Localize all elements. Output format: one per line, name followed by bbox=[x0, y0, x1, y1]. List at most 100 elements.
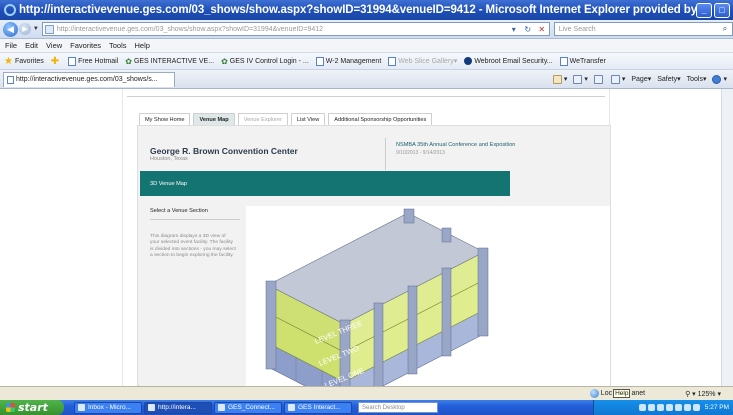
safety-menu-label: Safety bbox=[657, 75, 678, 83]
window-title-bar: http://interactivevenue.ges.com/03_shows… bbox=[0, 0, 733, 20]
browser-viewport: My Show Home Venue Map Venue Explorer Li… bbox=[0, 89, 733, 387]
outlook-icon bbox=[78, 404, 85, 411]
menu-file[interactable]: File bbox=[5, 41, 17, 50]
tools-menu[interactable]: Tools ▾ bbox=[687, 75, 707, 84]
tab-sponsorship[interactable]: Additional Sponsorship Opportunities bbox=[328, 113, 433, 125]
vertical-scrollbar[interactable] bbox=[721, 89, 733, 386]
page-icon bbox=[315, 56, 324, 66]
window-title: http://interactivevenue.ges.com/03_shows… bbox=[19, 4, 696, 16]
back-arrow-icon[interactable]: ◀ bbox=[3, 21, 18, 37]
help-menu[interactable]: ▾ bbox=[712, 74, 727, 84]
mail-button[interactable] bbox=[593, 74, 605, 84]
favorite-label: GES IV Control Login - ... bbox=[229, 57, 309, 65]
add-favorite-button[interactable]: ✚ bbox=[51, 56, 61, 67]
venue-map-banner: 3D Venue Map bbox=[140, 171, 510, 196]
tray-search-icon[interactable] bbox=[638, 404, 646, 411]
minimize-button[interactable]: _ bbox=[696, 2, 712, 18]
task-label: Inbox - Micro... bbox=[88, 404, 131, 411]
venue-3d-map: LEVEL THREE LEVEL TWO LEVEL ONE bbox=[246, 206, 610, 387]
favorites-star-icon: ★ bbox=[4, 55, 13, 67]
venue-title: George R. Brown Convention Center bbox=[150, 146, 298, 156]
menu-bar: File Edit View Favorites Tools Help bbox=[0, 39, 733, 53]
tray-messenger-icon[interactable] bbox=[683, 404, 691, 411]
favorite-webroot[interactable]: Webroot Email Security... bbox=[464, 57, 553, 65]
favorite-label: GES INTERACTIVE VE... bbox=[133, 57, 215, 65]
print-button[interactable]: ▾ bbox=[610, 74, 625, 84]
address-dropdown-icon[interactable]: ▾ bbox=[507, 23, 521, 35]
favorite-web-slice-gallery[interactable]: Web Slice Gallery ▾ bbox=[388, 56, 458, 66]
favorites-button[interactable]: ★ Favorites bbox=[4, 56, 44, 67]
forward-arrow-icon[interactable]: ▶ bbox=[18, 23, 31, 35]
page-menu-label: Page bbox=[631, 75, 648, 83]
taskbar-item-ges-connect[interactable]: GES_Connect... bbox=[214, 401, 282, 414]
tab-command-bar: http://interactivevenue.ges.com/03_shows… bbox=[0, 70, 733, 89]
tray-security-icon[interactable] bbox=[665, 404, 673, 411]
taskbar-item-ges-interact[interactable]: GES Interact... bbox=[284, 401, 352, 414]
start-button[interactable]: start bbox=[0, 400, 64, 415]
web-page: My Show Home Venue Map Venue Explorer Li… bbox=[122, 89, 611, 387]
live-search-input[interactable]: Live Search bbox=[557, 26, 718, 33]
stop-icon[interactable]: ✕ bbox=[535, 23, 549, 35]
ges-icon: ✿ bbox=[125, 56, 132, 66]
address-bar[interactable]: http://interactivevenue.ges.com/03_shows… bbox=[41, 22, 550, 36]
tab-my-show-home[interactable]: My Show Home bbox=[139, 113, 191, 125]
chevron-down-icon: ▾ bbox=[453, 58, 458, 65]
safety-menu[interactable]: Safety ▾ bbox=[657, 75, 680, 84]
start-label: start bbox=[18, 401, 48, 414]
home-button[interactable]: ▾ bbox=[552, 74, 567, 84]
security-zone[interactable]: Loc Help anet bbox=[589, 389, 645, 398]
venue-3d-diagram: LEVEL THREE LEVEL TWO LEVEL ONE bbox=[265, 208, 489, 387]
taskbar-item-inbox[interactable]: Inbox - Micro... bbox=[74, 401, 142, 414]
menu-edit[interactable]: Edit bbox=[25, 41, 38, 50]
favorite-ges-iv-control[interactable]: ✿ GES IV Control Login - ... bbox=[221, 57, 309, 66]
tab-venue-explorer[interactable]: Venue Explorer bbox=[237, 113, 288, 125]
favorite-w2-management[interactable]: W-2 Management bbox=[315, 56, 381, 66]
help-icon bbox=[712, 74, 722, 84]
browser-tab[interactable]: http://interactivevenue.ges.com/03_shows… bbox=[3, 71, 175, 87]
tray-power-icon[interactable] bbox=[692, 404, 700, 411]
header-divider bbox=[385, 138, 386, 170]
task-label: GES_Connect... bbox=[228, 404, 275, 411]
menu-view[interactable]: View bbox=[46, 41, 62, 50]
zoom-level[interactable]: ⚲ ▾ 125% ▾ bbox=[685, 390, 721, 398]
taskbar: start Inbox - Micro... http://intera... … bbox=[0, 400, 733, 415]
page-menu[interactable]: Page ▾ bbox=[631, 75, 651, 84]
section-divider bbox=[150, 219, 240, 220]
page-icon bbox=[68, 56, 77, 66]
ges-icon: ✿ bbox=[221, 56, 228, 66]
address-url[interactable]: http://interactivevenue.ges.com/03_shows… bbox=[57, 26, 323, 33]
print-icon bbox=[610, 74, 620, 84]
tray-update-icon[interactable] bbox=[674, 404, 682, 411]
tab-page-icon bbox=[7, 75, 14, 84]
tray-volume-icon[interactable] bbox=[656, 404, 664, 411]
page-icon bbox=[388, 56, 397, 66]
system-tray: 5:27 PM bbox=[593, 400, 733, 415]
document-icon bbox=[288, 404, 295, 411]
maximize-button[interactable]: □ bbox=[714, 2, 730, 18]
search-desktop-input[interactable]: Search Desktop bbox=[358, 402, 438, 413]
menu-help[interactable]: Help bbox=[135, 41, 150, 50]
task-label: GES Interact... bbox=[298, 404, 341, 411]
favorite-wetransfer[interactable]: WeTransfer bbox=[559, 56, 606, 66]
search-icon[interactable]: ⌕ bbox=[718, 23, 732, 35]
menu-tools[interactable]: Tools bbox=[109, 41, 127, 50]
ie-logo-icon bbox=[4, 4, 16, 16]
tray-network-icon[interactable] bbox=[647, 404, 655, 411]
favorite-label: Web Slice Gallery bbox=[398, 57, 454, 65]
event-dates: 9/10/2013 - 9/14/2013 bbox=[396, 150, 445, 156]
status-bar: Loc Help anet ⚲ ▾ 125% ▾ bbox=[0, 386, 733, 400]
page-favicon-icon bbox=[44, 24, 54, 34]
tab-list-view[interactable]: List View bbox=[290, 113, 326, 125]
tab-venue-map[interactable]: Venue Map bbox=[193, 113, 235, 125]
taskbar-item-browser[interactable]: http://intera... bbox=[144, 401, 212, 414]
favorite-ges-interactive[interactable]: ✿ GES INTERACTIVE VE... bbox=[125, 57, 214, 66]
favorites-bar: ★ Favorites ✚ Free Hotmail ✿ GES INTERAC… bbox=[0, 53, 733, 70]
favorite-free-hotmail[interactable]: Free Hotmail bbox=[68, 56, 118, 66]
feeds-button[interactable]: ▾ bbox=[573, 74, 588, 84]
live-search-box[interactable]: Live Search ⌕ bbox=[553, 22, 733, 36]
history-dropdown-icon[interactable]: ▼ bbox=[33, 26, 39, 32]
favorite-label: WeTransfer bbox=[569, 57, 606, 65]
zone-text-start: Loc bbox=[600, 390, 613, 397]
menu-favorites[interactable]: Favorites bbox=[70, 41, 101, 50]
refresh-icon[interactable]: ↻ bbox=[521, 23, 535, 35]
